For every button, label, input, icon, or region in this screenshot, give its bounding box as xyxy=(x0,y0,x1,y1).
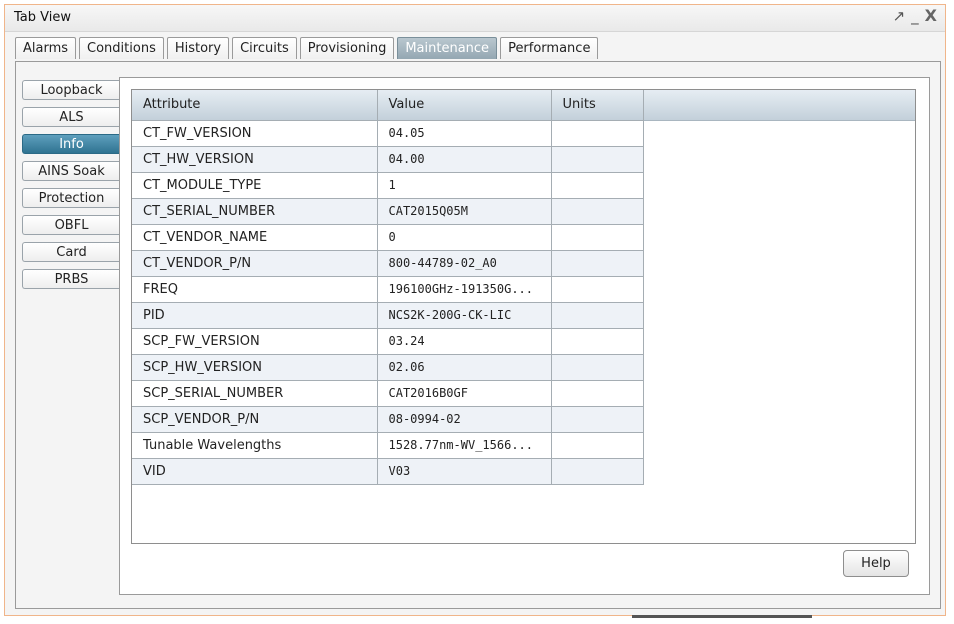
column-header-value[interactable]: Value xyxy=(377,90,552,121)
side-tab-als[interactable]: ALS xyxy=(22,107,120,127)
units-cell xyxy=(550,457,644,485)
units-cell xyxy=(550,145,644,173)
units-cell xyxy=(550,431,644,459)
units-cell xyxy=(550,171,644,199)
attribute-cell: CT_VENDOR_NAME xyxy=(132,223,378,251)
info-table-container[interactable]: Attribute Value Units CT_FW_VERSION 04.0… xyxy=(131,89,916,544)
side-tab-loopback[interactable]: Loopback xyxy=(22,80,120,100)
table-row[interactable]: FREQ 196100GHz-191350G... xyxy=(132,275,644,303)
side-tab-info[interactable]: Info xyxy=(22,134,120,154)
units-cell xyxy=(550,405,644,433)
units-cell xyxy=(550,327,644,355)
value-cell: NCS2K-200G-CK-LIC xyxy=(376,301,552,329)
tab-provisioning[interactable]: Provisioning xyxy=(299,37,395,59)
info-table: Attribute Value Units CT_FW_VERSION 04.0… xyxy=(132,90,644,485)
table-row[interactable]: SCP_FW_VERSION 03.24 xyxy=(132,327,644,355)
units-cell xyxy=(550,119,644,147)
value-cell: 1 xyxy=(376,171,552,199)
side-tab-protection[interactable]: Protection xyxy=(22,188,120,208)
tab-conditions[interactable]: Conditions xyxy=(79,37,164,59)
attribute-cell: CT_VENDOR_P/N xyxy=(132,249,378,277)
attribute-cell: SCP_VENDOR_P/N xyxy=(132,405,378,433)
value-cell: 1528.77nm-WV_1566... xyxy=(376,431,552,459)
title-bar[interactable]: Tab View ↗ _ X xyxy=(5,5,945,32)
side-tab-ains-soak[interactable]: AINS Soak xyxy=(22,161,120,181)
attribute-cell: SCP_SERIAL_NUMBER xyxy=(132,379,378,407)
tab-performance[interactable]: Performance xyxy=(500,37,599,59)
units-cell xyxy=(550,301,644,329)
units-cell xyxy=(550,197,644,225)
value-cell: 02.06 xyxy=(376,353,552,381)
attribute-cell: CT_HW_VERSION xyxy=(132,145,378,173)
column-header-attribute[interactable]: Attribute xyxy=(132,90,378,121)
float-window-icon[interactable]: ↗ xyxy=(893,7,906,25)
table-row[interactable]: SCP_SERIAL_NUMBER CAT2016B0GF xyxy=(132,379,644,407)
units-cell xyxy=(550,223,644,251)
table-row[interactable]: CT_SERIAL_NUMBER CAT2015Q05M xyxy=(132,197,644,225)
value-cell: CAT2015Q05M xyxy=(376,197,552,225)
tab-history[interactable]: History xyxy=(166,37,230,59)
value-cell: 04.05 xyxy=(376,119,552,147)
side-tab-prbs[interactable]: PRBS xyxy=(22,269,120,289)
side-tab-strip: Loopback ALS Info AINS Soak Protection O… xyxy=(22,80,120,296)
value-cell: 0 xyxy=(376,223,552,251)
table-row[interactable]: CT_MODULE_TYPE 1 xyxy=(132,171,644,199)
value-cell: CAT2016B0GF xyxy=(376,379,552,407)
attribute-cell: CT_MODULE_TYPE xyxy=(132,171,378,199)
close-icon[interactable]: X xyxy=(925,7,937,25)
value-cell: 08-0994-02 xyxy=(376,405,552,433)
main-tab-strip: Alarms Conditions History Circuits Provi… xyxy=(15,37,599,59)
value-cell: 04.00 xyxy=(376,145,552,173)
help-button[interactable]: Help xyxy=(843,550,909,577)
minimize-icon[interactable]: _ xyxy=(911,7,919,25)
column-header-units[interactable]: Units xyxy=(551,90,644,121)
units-cell xyxy=(550,353,644,381)
units-cell xyxy=(550,275,644,303)
attribute-cell: Tunable Wavelengths xyxy=(132,431,378,459)
info-panel: Attribute Value Units CT_FW_VERSION 04.0… xyxy=(119,77,930,595)
attribute-cell: VID xyxy=(132,457,378,485)
side-tab-card[interactable]: Card xyxy=(22,242,120,262)
table-row[interactable]: CT_FW_VERSION 04.05 xyxy=(132,119,644,147)
status-strip xyxy=(632,615,812,618)
table-row[interactable]: SCP_VENDOR_P/N 08-0994-02 xyxy=(132,405,644,433)
attribute-cell: PID xyxy=(132,301,378,329)
attribute-cell: SCP_HW_VERSION xyxy=(132,353,378,381)
table-row[interactable]: CT_VENDOR_P/N 800-44789-02_A0 xyxy=(132,249,644,277)
side-tab-obfl[interactable]: OBFL xyxy=(22,215,120,235)
attribute-cell: CT_FW_VERSION xyxy=(132,119,378,147)
units-cell xyxy=(550,379,644,407)
attribute-cell: FREQ xyxy=(132,275,378,303)
units-cell xyxy=(550,249,644,277)
attribute-cell: CT_SERIAL_NUMBER xyxy=(132,197,378,225)
tab-alarms[interactable]: Alarms xyxy=(15,37,77,59)
value-cell: 800-44789-02_A0 xyxy=(376,249,552,277)
window-title: Tab View xyxy=(14,10,71,25)
window-controls: ↗ _ X xyxy=(893,7,937,26)
value-cell: 03.24 xyxy=(376,327,552,355)
table-row[interactable]: PID NCS2K-200G-CK-LIC xyxy=(132,301,644,329)
table-row[interactable]: Tunable Wavelengths 1528.77nm-WV_1566... xyxy=(132,431,644,459)
attribute-cell: SCP_FW_VERSION xyxy=(132,327,378,355)
table-row[interactable]: VID V03 xyxy=(132,457,644,485)
table-row[interactable]: CT_HW_VERSION 04.00 xyxy=(132,145,644,173)
table-row[interactable]: CT_VENDOR_NAME 0 xyxy=(132,223,644,251)
value-cell: V03 xyxy=(376,457,552,485)
tab-circuits[interactable]: Circuits xyxy=(232,37,297,59)
tab-maintenance[interactable]: Maintenance xyxy=(397,37,498,59)
table-header-row: Attribute Value Units xyxy=(132,90,644,121)
table-row[interactable]: SCP_HW_VERSION 02.06 xyxy=(132,353,644,381)
value-cell: 196100GHz-191350G... xyxy=(376,275,552,303)
